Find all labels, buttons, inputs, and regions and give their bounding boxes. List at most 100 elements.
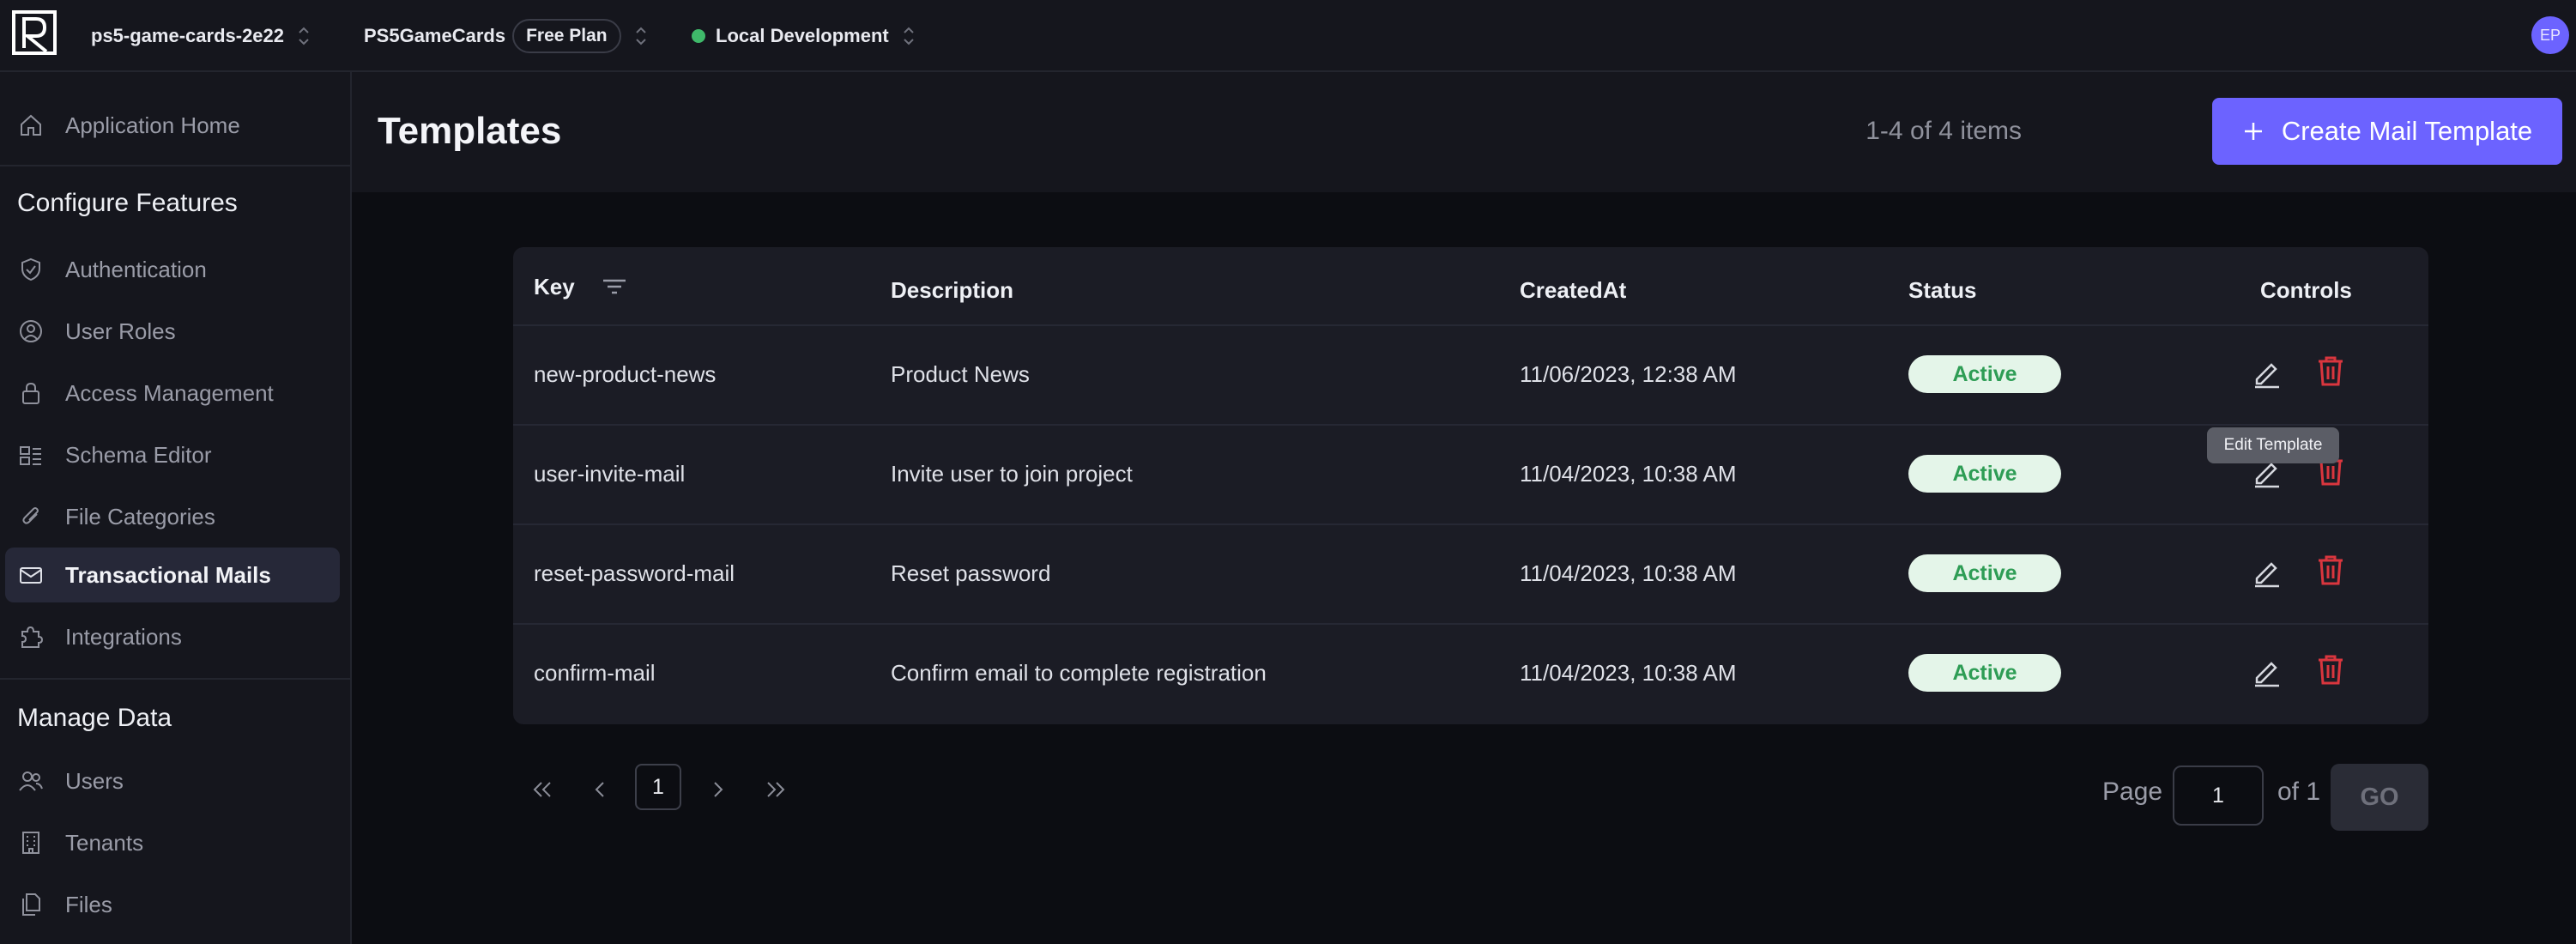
column-header-status: Status: [1908, 276, 1977, 303]
chevrons-right-icon: [767, 782, 785, 797]
create-mail-template-button[interactable]: Create Mail Template: [2212, 98, 2562, 165]
next-page-button[interactable]: [700, 765, 735, 814]
table-row-created: 11/04/2023, 10:38 AM: [1520, 659, 1737, 686]
column-header-controls: Controls: [2260, 276, 2352, 303]
sidebar-item-file-categories[interactable]: File Categories: [5, 489, 340, 544]
edit-icon[interactable]: [2250, 654, 2284, 688]
table-row-key: user-invite-mail: [534, 460, 686, 487]
chevron-updown-icon: [635, 27, 646, 45]
row-divider: [513, 324, 2428, 326]
users-icon: [17, 767, 45, 795]
sidebar-item-label: Files: [65, 891, 112, 917]
files-icon: [17, 891, 45, 918]
status-badge: Active: [1908, 654, 2061, 692]
row-divider: [513, 523, 2428, 525]
environment-status-dot: [692, 29, 705, 43]
app-logo[interactable]: [12, 10, 57, 55]
status-badge: Active: [1908, 455, 2061, 493]
chevron-updown-icon: [299, 27, 309, 45]
page-number-button[interactable]: 1: [635, 764, 681, 810]
mail-icon: [17, 561, 45, 589]
section-heading-manage: Manage Data: [17, 704, 172, 732]
trash-icon[interactable]: [2313, 652, 2348, 687]
previous-page-button[interactable]: [584, 765, 618, 814]
schema-icon: [17, 441, 45, 469]
row-divider: [513, 424, 2428, 426]
sidebar-item-transactional-mails[interactable]: Transactional Mails: [5, 548, 340, 602]
table-row-key: new-product-news: [534, 360, 717, 387]
table-row-description: Invite user to join project: [891, 460, 1133, 487]
sidebar-item-user-roles[interactable]: User Roles: [5, 304, 340, 359]
page-label: Page: [2102, 778, 2163, 806]
user-avatar[interactable]: EP: [2531, 16, 2569, 54]
last-page-button[interactable]: [759, 765, 793, 814]
table-row-description: Product News: [891, 360, 1030, 387]
environment-switcher[interactable]: Local Development: [692, 0, 916, 72]
plus-icon: [2244, 123, 2262, 140]
sidebar-item-users[interactable]: Users: [5, 753, 340, 808]
sidebar-item-schema-editor[interactable]: Schema Editor: [5, 427, 340, 482]
go-button[interactable]: GO: [2331, 764, 2428, 831]
sidebar-item-application-home[interactable]: Application Home: [5, 98, 340, 153]
edit-template-tooltip: Edit Template: [2207, 427, 2339, 463]
column-header-key[interactable]: Key: [534, 269, 628, 304]
user-circle-icon: [17, 318, 45, 345]
sidebar-item-label: Schema Editor: [65, 441, 212, 468]
sidebar-item-label: Transactional Mails: [65, 561, 271, 588]
filter-icon[interactable]: [601, 275, 628, 299]
table-row-created: 11/04/2023, 10:38 AM: [1520, 560, 1737, 586]
sidebar-item-label: File Categories: [65, 503, 215, 529]
page-header: Templates 1-4 of 4 items Create Mail Tem…: [352, 72, 2576, 192]
puzzle-icon: [17, 623, 45, 651]
sidebar-item-label: User Roles: [65, 318, 176, 344]
total-pages-label: of 1: [2277, 778, 2321, 806]
edit-icon[interactable]: [2250, 355, 2284, 390]
sidebar-item-access-management[interactable]: Access Management: [5, 366, 340, 421]
status-badge: Active: [1908, 355, 2061, 393]
sidebar-item-label: Application Home: [65, 112, 240, 138]
divider: [0, 678, 350, 680]
trash-icon[interactable]: [2313, 553, 2348, 587]
sidebar-item-label: Tenants: [65, 829, 144, 856]
sidebar-item-authentication[interactable]: Authentication: [5, 242, 340, 297]
status-badge: Active: [1908, 554, 2061, 592]
sidebar-item-label: Integrations: [65, 623, 182, 650]
edit-icon[interactable]: [2250, 554, 2284, 589]
environment-name: Local Development: [716, 25, 889, 46]
section-heading-configure: Configure Features: [17, 189, 238, 217]
org-switcher[interactable]: PS5GameCards Free Plan: [364, 0, 649, 72]
home-icon: [17, 112, 45, 139]
column-header-createdat: CreatedAt: [1520, 276, 1627, 303]
chevron-left-icon: [595, 782, 604, 797]
plan-badge: Free Plan: [512, 19, 621, 53]
sidebar-item-label: Access Management: [65, 379, 274, 406]
table-row-created: 11/06/2023, 12:38 AM: [1520, 360, 1737, 387]
building-icon: [17, 829, 45, 856]
item-count: 1-4 of 4 items: [1865, 117, 2022, 145]
chevrons-left-icon: [533, 782, 551, 797]
top-bar: ps5-game-cards-2e22 PS5GameCards Free Pl…: [0, 0, 2576, 72]
sidebar-item-integrations[interactable]: Integrations: [5, 609, 340, 664]
sidebar-item-files[interactable]: Files: [5, 877, 340, 932]
sidebar-item-label: Authentication: [65, 256, 207, 282]
page-number-input[interactable]: [2173, 765, 2264, 826]
column-header-label: Key: [534, 273, 575, 300]
page-title: Templates: [378, 110, 562, 152]
trash-icon[interactable]: [2313, 354, 2348, 388]
lock-icon: [17, 379, 45, 407]
table-row-description: Reset password: [891, 560, 1051, 586]
first-page-button[interactable]: [525, 765, 559, 814]
sidebar: Application Home Configure Features Auth…: [0, 72, 352, 944]
create-button-label: Create Mail Template: [2281, 116, 2533, 146]
divider: [0, 165, 350, 166]
org-name: PS5GameCards: [364, 25, 506, 46]
paperclip-icon: [17, 503, 45, 530]
shield-check-icon: [17, 256, 45, 283]
project-switcher[interactable]: ps5-game-cards-2e22: [91, 0, 311, 72]
sidebar-item-tenants[interactable]: Tenants: [5, 815, 340, 870]
sidebar-item-label: Users: [65, 767, 124, 794]
chevron-updown-icon: [904, 27, 914, 45]
table-row-key: confirm-mail: [534, 659, 656, 686]
table-row-description: Confirm email to complete registration: [891, 659, 1267, 686]
row-divider: [513, 623, 2428, 625]
